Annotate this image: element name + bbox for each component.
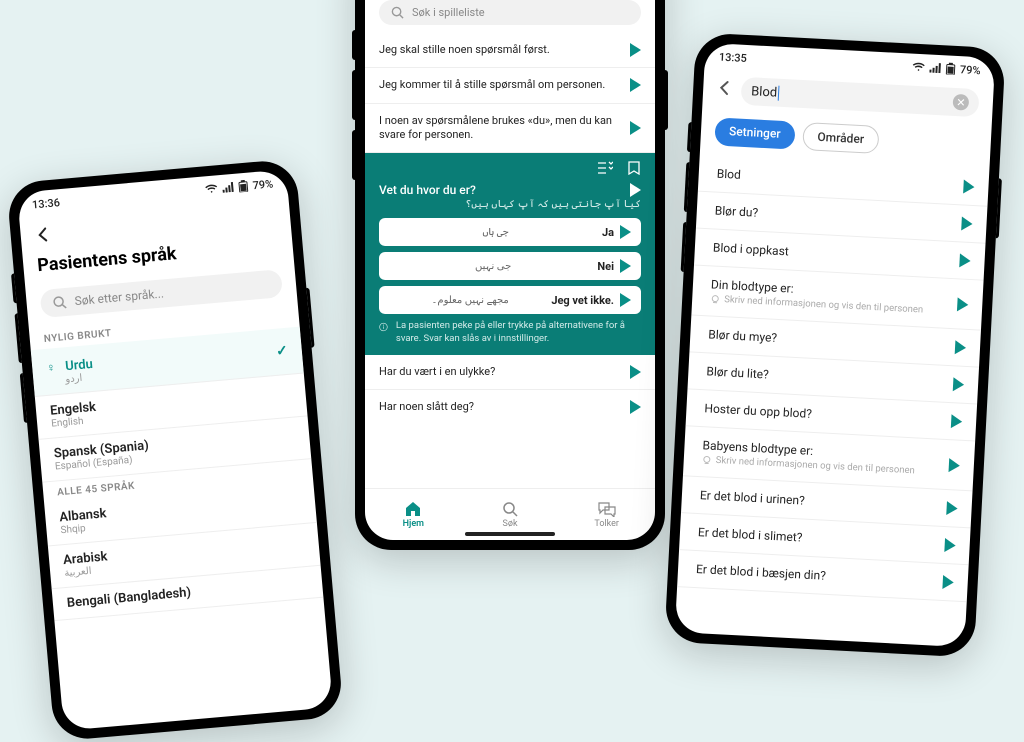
battery-percent: 79%: [252, 177, 274, 192]
battery-icon: [946, 62, 957, 75]
bulb-icon: [710, 294, 721, 305]
sentence-row[interactable]: Har du vært i en ulykke?: [365, 355, 655, 390]
bulb-icon: [702, 455, 713, 466]
play-icon[interactable]: [963, 180, 975, 195]
chat-icon: [598, 501, 616, 517]
play-icon[interactable]: [620, 293, 631, 307]
search-input[interactable]: Blod ✕: [740, 77, 979, 117]
filter-chip-sentences[interactable]: Setninger: [714, 117, 795, 149]
search-query: Blod: [751, 84, 780, 100]
phone-playlist: Situation 24 setninger Søk i spilleliste…: [355, 0, 665, 550]
sentence-row[interactable]: Har noen slått deg?: [365, 390, 655, 424]
search-icon: [52, 295, 67, 310]
bookmark-icon[interactable]: [627, 161, 641, 175]
home-icon: [404, 501, 422, 517]
back-button[interactable]: [717, 79, 734, 101]
battery-icon: [238, 180, 249, 193]
bottom-nav: Hjem Søk Tolker: [365, 488, 655, 540]
nav-home[interactable]: Hjem: [365, 489, 462, 540]
chevron-left-icon: [34, 225, 54, 245]
play-icon[interactable]: [630, 400, 641, 414]
playlist-search-input[interactable]: Søk i spilleliste: [379, 0, 641, 25]
play-icon[interactable]: [630, 78, 641, 92]
signal-icon: [222, 182, 235, 193]
search-placeholder: Søk etter språk...: [74, 286, 164, 308]
clear-search-button[interactable]: ✕: [952, 94, 969, 111]
question-translation: کیا آپ جانتی ہیں کہ آپ کہاں ہیں؟: [379, 199, 641, 210]
question-text: Vet du hvor du er?: [379, 183, 476, 197]
wifi-icon: [204, 183, 219, 194]
play-icon[interactable]: [955, 340, 967, 355]
phone-search: 13:35 79% Blod ✕ Setninger Områder: [664, 32, 1006, 657]
home-indicator: [465, 532, 555, 536]
play-icon[interactable]: [630, 43, 641, 57]
play-icon[interactable]: [946, 501, 958, 516]
wifi-icon: [912, 62, 927, 73]
sentence-row[interactable]: Jeg skal stille noen spørsmål først.: [365, 33, 655, 68]
play-icon[interactable]: [620, 225, 631, 239]
answer-hint: La pasienten peke på eller trykke på alt…: [379, 320, 641, 345]
answer-dontknow[interactable]: مجھے نہیں معلوم۔ Jeg vet ikke.: [379, 286, 641, 314]
play-icon[interactable]: [944, 538, 956, 553]
status-time: 13:35: [719, 50, 748, 64]
chevron-left-icon: [717, 79, 734, 96]
play-icon[interactable]: [942, 575, 954, 590]
play-icon[interactable]: [951, 414, 963, 429]
list-check-icon[interactable]: [597, 161, 613, 175]
nav-interpreters[interactable]: Tolker: [558, 489, 655, 540]
expanded-question-panel: Vet du hvor du er? کیا آپ جانتی ہیں کہ آ…: [365, 153, 655, 355]
play-icon[interactable]: [961, 216, 973, 231]
answer-yes[interactable]: جی ہاں Ja: [379, 218, 641, 246]
search-icon: [502, 501, 518, 517]
filter-chip-areas[interactable]: Områder: [802, 122, 880, 154]
play-icon[interactable]: [620, 259, 631, 273]
signal-icon: [930, 63, 943, 74]
play-icon[interactable]: [959, 253, 971, 268]
battery-percent: 79%: [960, 63, 981, 77]
check-icon: ✓: [275, 343, 288, 360]
play-icon[interactable]: [953, 377, 965, 392]
info-icon: [379, 320, 388, 334]
answer-no[interactable]: جی نہیں Nei: [379, 252, 641, 280]
status-time: 13:36: [31, 196, 60, 211]
search-icon: [391, 6, 404, 19]
sentence-row[interactable]: Jeg kommer til å stille spørsmål om pers…: [365, 68, 655, 103]
play-icon[interactable]: [630, 365, 641, 379]
play-icon[interactable]: [957, 297, 969, 312]
play-icon[interactable]: [949, 458, 961, 473]
phone-language-picker: 13:36 79% Pasientens språk Søk etter spr…: [6, 158, 344, 741]
play-icon[interactable]: [630, 183, 641, 197]
gender-female-icon: ♀: [46, 360, 56, 375]
sentence-row[interactable]: I noen av spørsmålene brukes «du», men d…: [365, 104, 655, 154]
play-icon[interactable]: [630, 121, 641, 135]
